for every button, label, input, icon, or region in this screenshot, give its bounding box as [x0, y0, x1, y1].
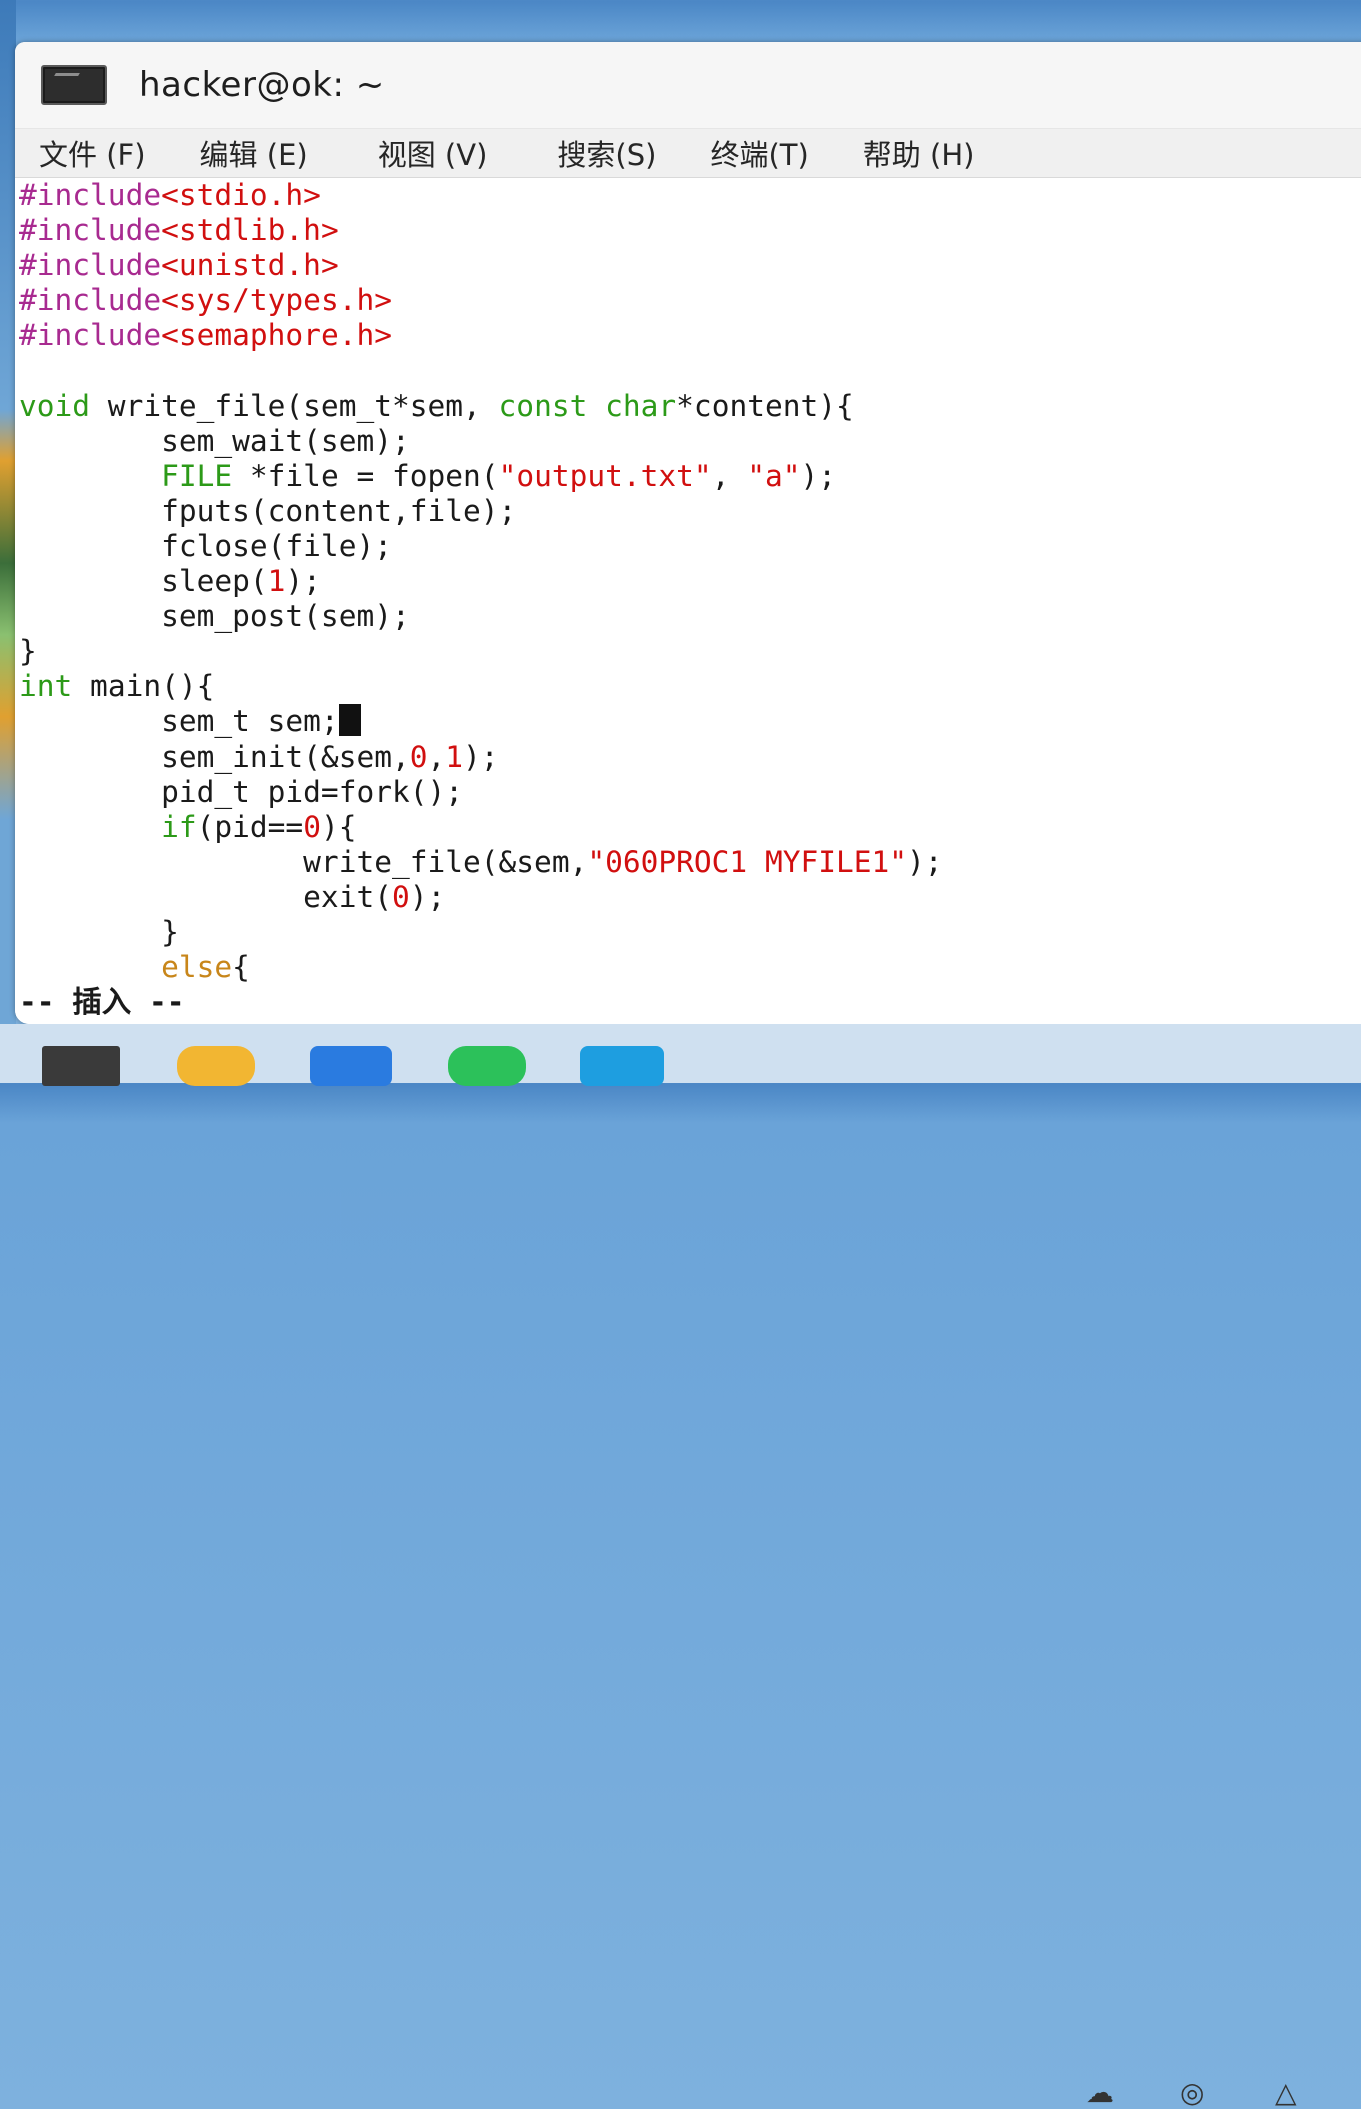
window-title: hacker@ok: ~ [139, 65, 385, 105]
code-line: #include<semaphore.h> [19, 318, 392, 353]
code-line: sem_init(&sem,0,1); [19, 739, 499, 774]
vim-mode-status: -- 插入 -- [19, 985, 185, 1020]
code-line: sleep(1); [19, 564, 321, 599]
mail-icon[interactable] [310, 1046, 392, 1086]
code-line: sem_wait(sem); [19, 423, 410, 458]
terminal-window[interactable]: hacker@ok: ~ 文件 (F) 编辑 (E) 视图 (V) 搜索(S) … [15, 42, 1361, 1024]
cloud-icon[interactable]: ☁ [1086, 2076, 1114, 2109]
network-icon[interactable]: △ [1275, 2076, 1297, 2109]
menu-bar: 文件 (F) 编辑 (E) 视图 (V) 搜索(S) 终端(T) 帮助 (H) [15, 129, 1361, 178]
code-line: write_file(&sem,"060PROC1 MYFILE1"); [19, 844, 943, 879]
code-line: #include<stdlib.h> [19, 213, 339, 248]
code-line: else{ [161, 950, 250, 985]
menu-search[interactable]: 搜索(S) [557, 132, 656, 174]
terminal-icon[interactable] [42, 1046, 120, 1086]
code-line: void write_file(sem_t*sem, const char*co… [19, 388, 854, 423]
code-line: #include<unistd.h> [19, 248, 339, 283]
code-line: #include<stdio.h> [19, 178, 321, 212]
code-line: sem_t sem; [19, 704, 1361, 739]
taskbar: ☁ ◎ △ [0, 1024, 1361, 2109]
chat-icon[interactable] [448, 1046, 526, 1086]
title-bar[interactable]: hacker@ok: ~ [15, 42, 1361, 129]
code-line: pid_t pid=fork(); [19, 774, 464, 809]
code-line: if(pid==0){ [161, 809, 357, 844]
code-line: #include<sys/types.h> [19, 283, 392, 318]
menu-file[interactable]: 文件 (F) [39, 132, 146, 174]
code-line: fclose(file); [19, 528, 392, 563]
volume-icon[interactable]: ◎ [1180, 2076, 1204, 2109]
code-line: fputs(content,file); [19, 493, 517, 528]
layers-icon[interactable] [580, 1046, 664, 1086]
menu-edit[interactable]: 编辑 (E) [200, 132, 308, 174]
install-icon[interactable] [177, 1046, 255, 1086]
code-line: } [19, 634, 37, 669]
desktop-background-strip [0, 0, 16, 1024]
code-line: sem_post(sem); [19, 599, 410, 634]
code-line: FILE *file = fopen("output.txt", "a"); [161, 458, 837, 493]
code-line: int main(){ [19, 669, 215, 704]
vim-editor[interactable]: #include<stdio.h> #include<stdlib.h> #in… [15, 178, 1361, 1024]
text-cursor [338, 704, 361, 737]
code-line: } [19, 914, 179, 949]
code-line: exit(0); [19, 879, 446, 914]
menu-terminal[interactable]: 终端(T) [710, 132, 808, 174]
menu-help[interactable]: 帮助 (H) [863, 132, 975, 174]
terminal-icon [41, 65, 107, 105]
menu-view[interactable]: 视图 (V) [378, 132, 488, 174]
